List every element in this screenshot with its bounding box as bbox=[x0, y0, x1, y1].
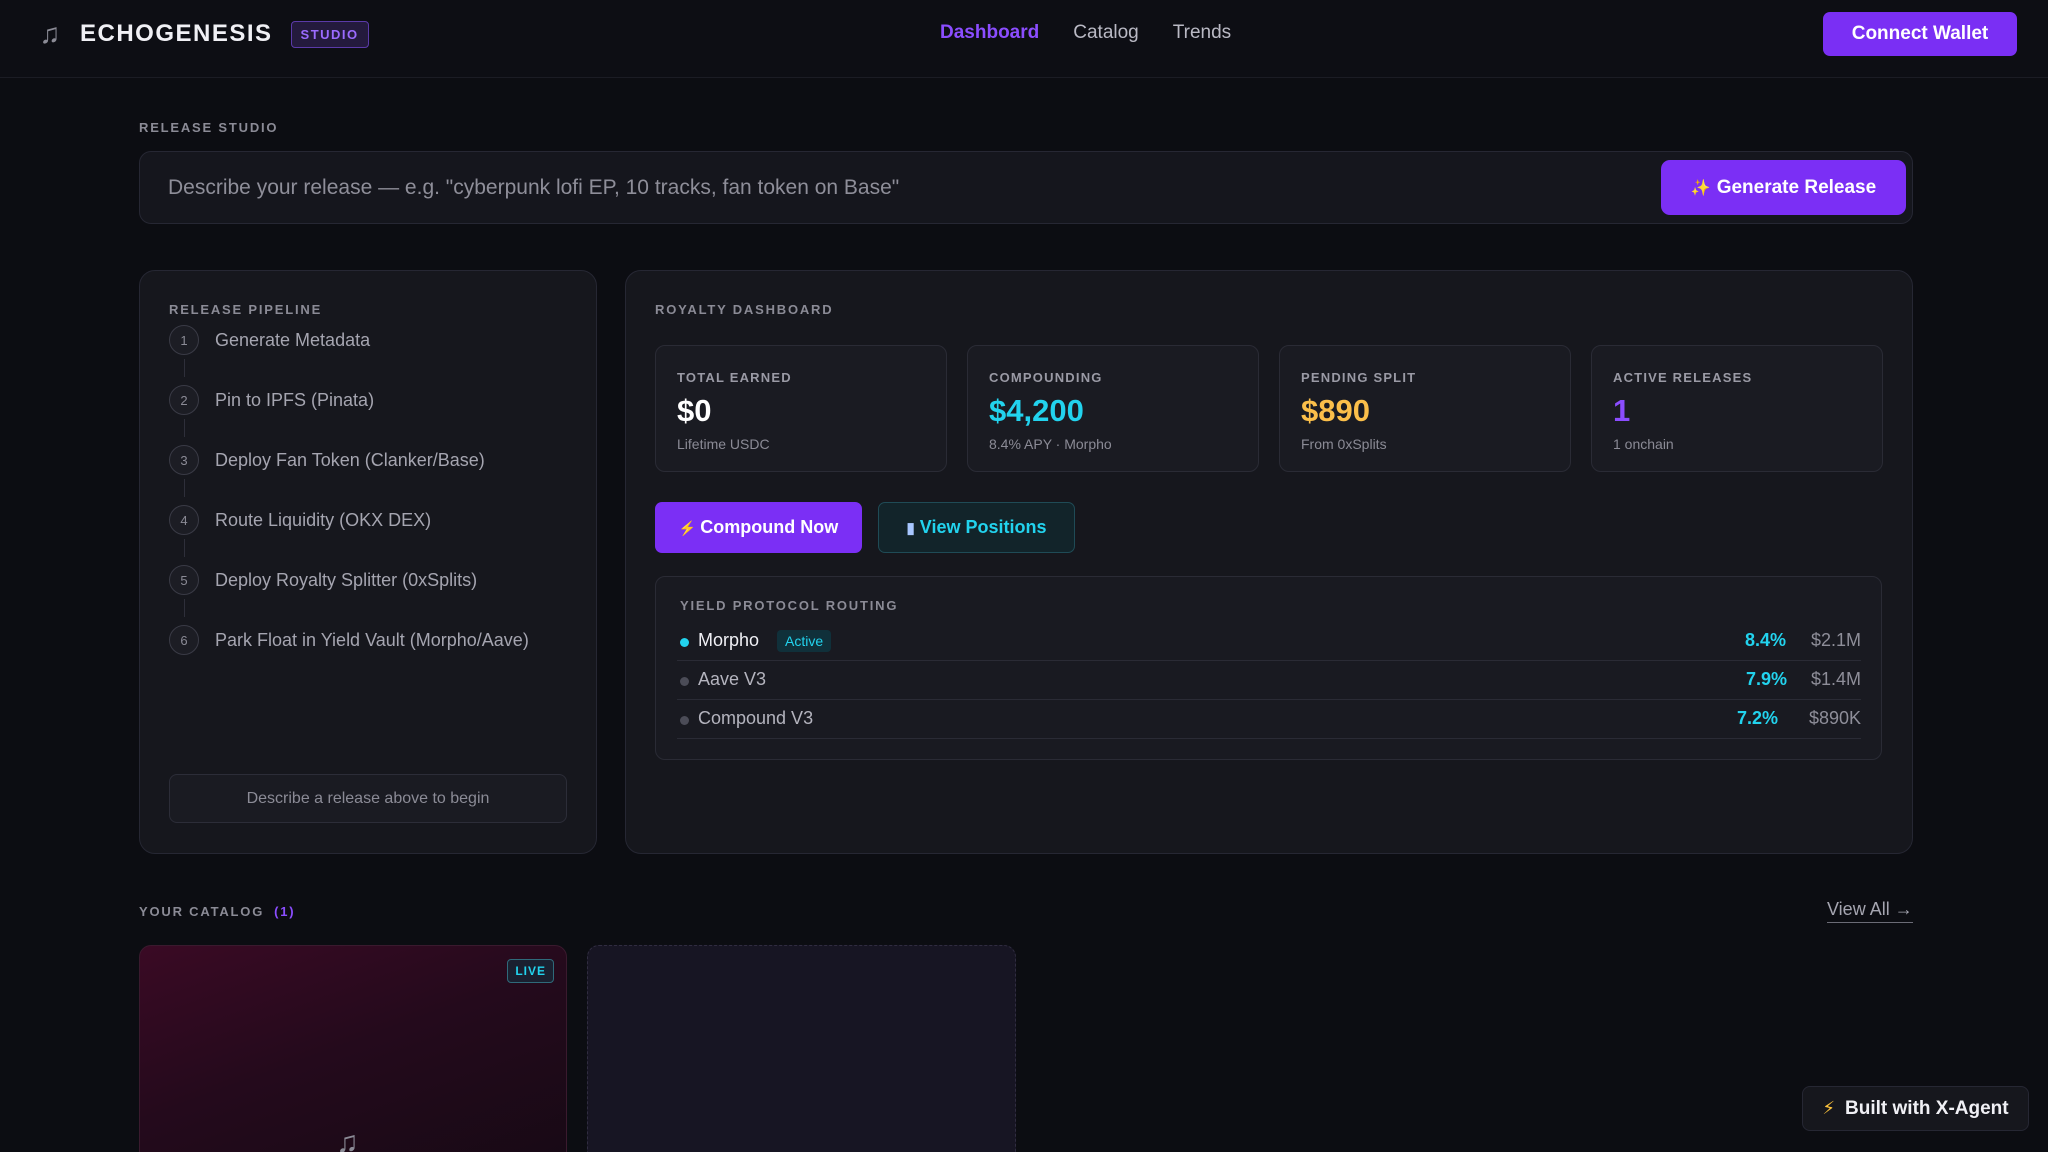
step-connector bbox=[184, 599, 185, 617]
step-number: 3 bbox=[169, 445, 199, 475]
protocol-apy: 7.2% bbox=[1736, 708, 1778, 728]
stat-subtext: From 0xSplits bbox=[1301, 436, 1387, 452]
stat-subtext: 1 onchain bbox=[1613, 436, 1674, 452]
stat-value: $4,200 bbox=[989, 393, 1084, 428]
music-note-icon: ♫ bbox=[39, 18, 61, 49]
live-badge: LIVE bbox=[507, 959, 554, 983]
royalty-dashboard-panel: ROYALTY DASHBOARD TOTAL EARNED $0 Lifeti… bbox=[625, 270, 1913, 854]
view-positions-button[interactable]: ▮ View Positions bbox=[878, 502, 1075, 553]
brand[interactable]: ♫ ECHOGENESIS STUDIO bbox=[34, 16, 369, 52]
step-connector bbox=[184, 479, 185, 497]
step-label: Generate Metadata bbox=[215, 329, 371, 350]
nav-links: Dashboard Catalog Trends bbox=[940, 22, 1231, 44]
connect-wallet-button[interactable]: Connect Wallet bbox=[1823, 12, 2017, 56]
compound-now-button[interactable]: ⚡ Compound Now bbox=[655, 502, 862, 553]
stat-subtext: Lifetime USDC bbox=[677, 436, 770, 452]
step-label: Route Liquidity (OKX DEX) bbox=[215, 509, 432, 530]
compound-now-label: Compound Now bbox=[700, 517, 839, 537]
protocol-row-morpho[interactable]: Morpho Active 8.4% $2.1M bbox=[677, 622, 1861, 661]
protocol-name: Aave V3 bbox=[698, 669, 767, 689]
studio-badge: STUDIO bbox=[290, 20, 369, 48]
step-label: Deploy Royalty Splitter (0xSplits) bbox=[215, 569, 478, 590]
step-number: 6 bbox=[169, 625, 199, 655]
protocol-apy: 7.9% bbox=[1745, 669, 1787, 689]
stat-card-compounding: COMPOUNDING $4,200 8.4% APY · Morpho bbox=[967, 345, 1259, 472]
step-number: 5 bbox=[169, 565, 199, 595]
lightning-icon: ⚡ bbox=[1822, 1098, 1836, 1118]
status-dot-icon bbox=[680, 638, 689, 647]
pipeline-step: 6 Park Float in Yield Vault (Morpho/Aave… bbox=[169, 623, 529, 657]
step-label: Pin to IPFS (Pinata) bbox=[215, 389, 375, 410]
status-dot-icon bbox=[680, 677, 689, 686]
stat-label: PENDING SPLIT bbox=[1301, 370, 1417, 385]
protocol-row-compound[interactable]: Compound V3 7.2% $890K bbox=[677, 700, 1861, 739]
nav-link-dashboard[interactable]: Dashboard bbox=[940, 22, 1039, 44]
protocol-tvl: $1.4M bbox=[1810, 669, 1861, 689]
release-description-input[interactable] bbox=[168, 168, 1628, 208]
generate-release-button[interactable]: ✨ Generate Release bbox=[1661, 160, 1906, 215]
view-all-link[interactable]: View All → bbox=[1827, 899, 1913, 923]
empty-release-slot[interactable] bbox=[587, 945, 1016, 1152]
yield-routing-label: YIELD PROTOCOL ROUTING bbox=[680, 598, 899, 613]
bar-chart-icon: ▮ bbox=[906, 520, 915, 537]
step-number: 2 bbox=[169, 385, 199, 415]
release-studio-label: RELEASE STUDIO bbox=[139, 120, 279, 135]
catalog-label: YOUR CATALOG bbox=[139, 904, 265, 919]
nav-link-trends[interactable]: Trends bbox=[1173, 22, 1231, 44]
step-number: 4 bbox=[169, 505, 199, 535]
stat-value: $0 bbox=[677, 393, 712, 428]
active-status-badge: Active bbox=[777, 630, 832, 652]
stat-label: TOTAL EARNED bbox=[677, 370, 792, 385]
yield-routing-box: YIELD PROTOCOL ROUTING Morpho Active 8.4… bbox=[655, 576, 1882, 760]
protocol-row-aave[interactable]: Aave V3 7.9% $1.4M bbox=[677, 661, 1861, 700]
release-card[interactable]: LIVE ♫ bbox=[139, 945, 567, 1152]
stat-value: $890 bbox=[1301, 393, 1370, 428]
catalog-heading: YOUR CATALOG (1) bbox=[139, 904, 295, 919]
pipeline-hint: Describe a release above to begin bbox=[169, 774, 567, 823]
built-with-label: Built with X-Agent bbox=[1845, 1097, 2009, 1119]
step-connector bbox=[184, 359, 185, 377]
stat-label: ACTIVE RELEASES bbox=[1613, 370, 1753, 385]
pipeline-step: 4 Route Liquidity (OKX DEX) bbox=[169, 503, 431, 537]
lightning-icon: ⚡ bbox=[678, 520, 697, 536]
catalog-count: (1) bbox=[274, 904, 296, 919]
stat-value: 1 bbox=[1613, 393, 1631, 428]
pipeline-step: 3 Deploy Fan Token (Clanker/Base) bbox=[169, 443, 485, 477]
stat-card-total-earned: TOTAL EARNED $0 Lifetime USDC bbox=[655, 345, 947, 472]
step-number: 1 bbox=[169, 325, 199, 355]
status-dot-icon bbox=[680, 716, 689, 725]
generate-release-label: Generate Release bbox=[1716, 176, 1877, 198]
step-label: Deploy Fan Token (Clanker/Base) bbox=[215, 449, 485, 470]
protocol-tvl: $890K bbox=[1808, 708, 1861, 728]
stat-subtext: 8.4% APY · Morpho bbox=[989, 436, 1112, 452]
release-prompt-box: ✨ Generate Release bbox=[139, 151, 1913, 224]
brand-name: ECHOGENESIS bbox=[80, 20, 273, 47]
protocol-name: Morpho bbox=[698, 630, 760, 650]
protocol-tvl: $2.1M bbox=[1810, 630, 1861, 650]
music-note-icon: ♫ bbox=[336, 1126, 359, 1152]
protocol-apy: 8.4% bbox=[1744, 630, 1786, 650]
top-nav: ♫ ECHOGENESIS STUDIO Dashboard Catalog T… bbox=[0, 0, 2048, 78]
step-label: Park Float in Yield Vault (Morpho/Aave) bbox=[215, 629, 529, 650]
stat-card-active-releases: ACTIVE RELEASES 1 1 onchain bbox=[1591, 345, 1883, 472]
built-with-badge[interactable]: ⚡ Built with X-Agent bbox=[1802, 1086, 2029, 1131]
view-positions-label: View Positions bbox=[919, 517, 1047, 537]
step-connector bbox=[184, 539, 185, 557]
release-pipeline-panel: RELEASE PIPELINE 1 Generate Metadata 2 P… bbox=[139, 270, 597, 854]
pipeline-step: 5 Deploy Royalty Splitter (0xSplits) bbox=[169, 563, 477, 597]
royalty-dashboard-label: ROYALTY DASHBOARD bbox=[655, 302, 834, 317]
pipeline-step: 1 Generate Metadata bbox=[169, 323, 370, 357]
stat-label: COMPOUNDING bbox=[989, 370, 1103, 385]
release-pipeline-label: RELEASE PIPELINE bbox=[169, 302, 323, 317]
nav-link-catalog[interactable]: Catalog bbox=[1073, 22, 1139, 44]
sparkle-icon: ✨ bbox=[1690, 179, 1711, 197]
protocol-name: Compound V3 bbox=[698, 708, 814, 728]
stat-card-pending-split: PENDING SPLIT $890 From 0xSplits bbox=[1279, 345, 1571, 472]
pipeline-step: 2 Pin to IPFS (Pinata) bbox=[169, 383, 374, 417]
step-connector bbox=[184, 419, 185, 437]
